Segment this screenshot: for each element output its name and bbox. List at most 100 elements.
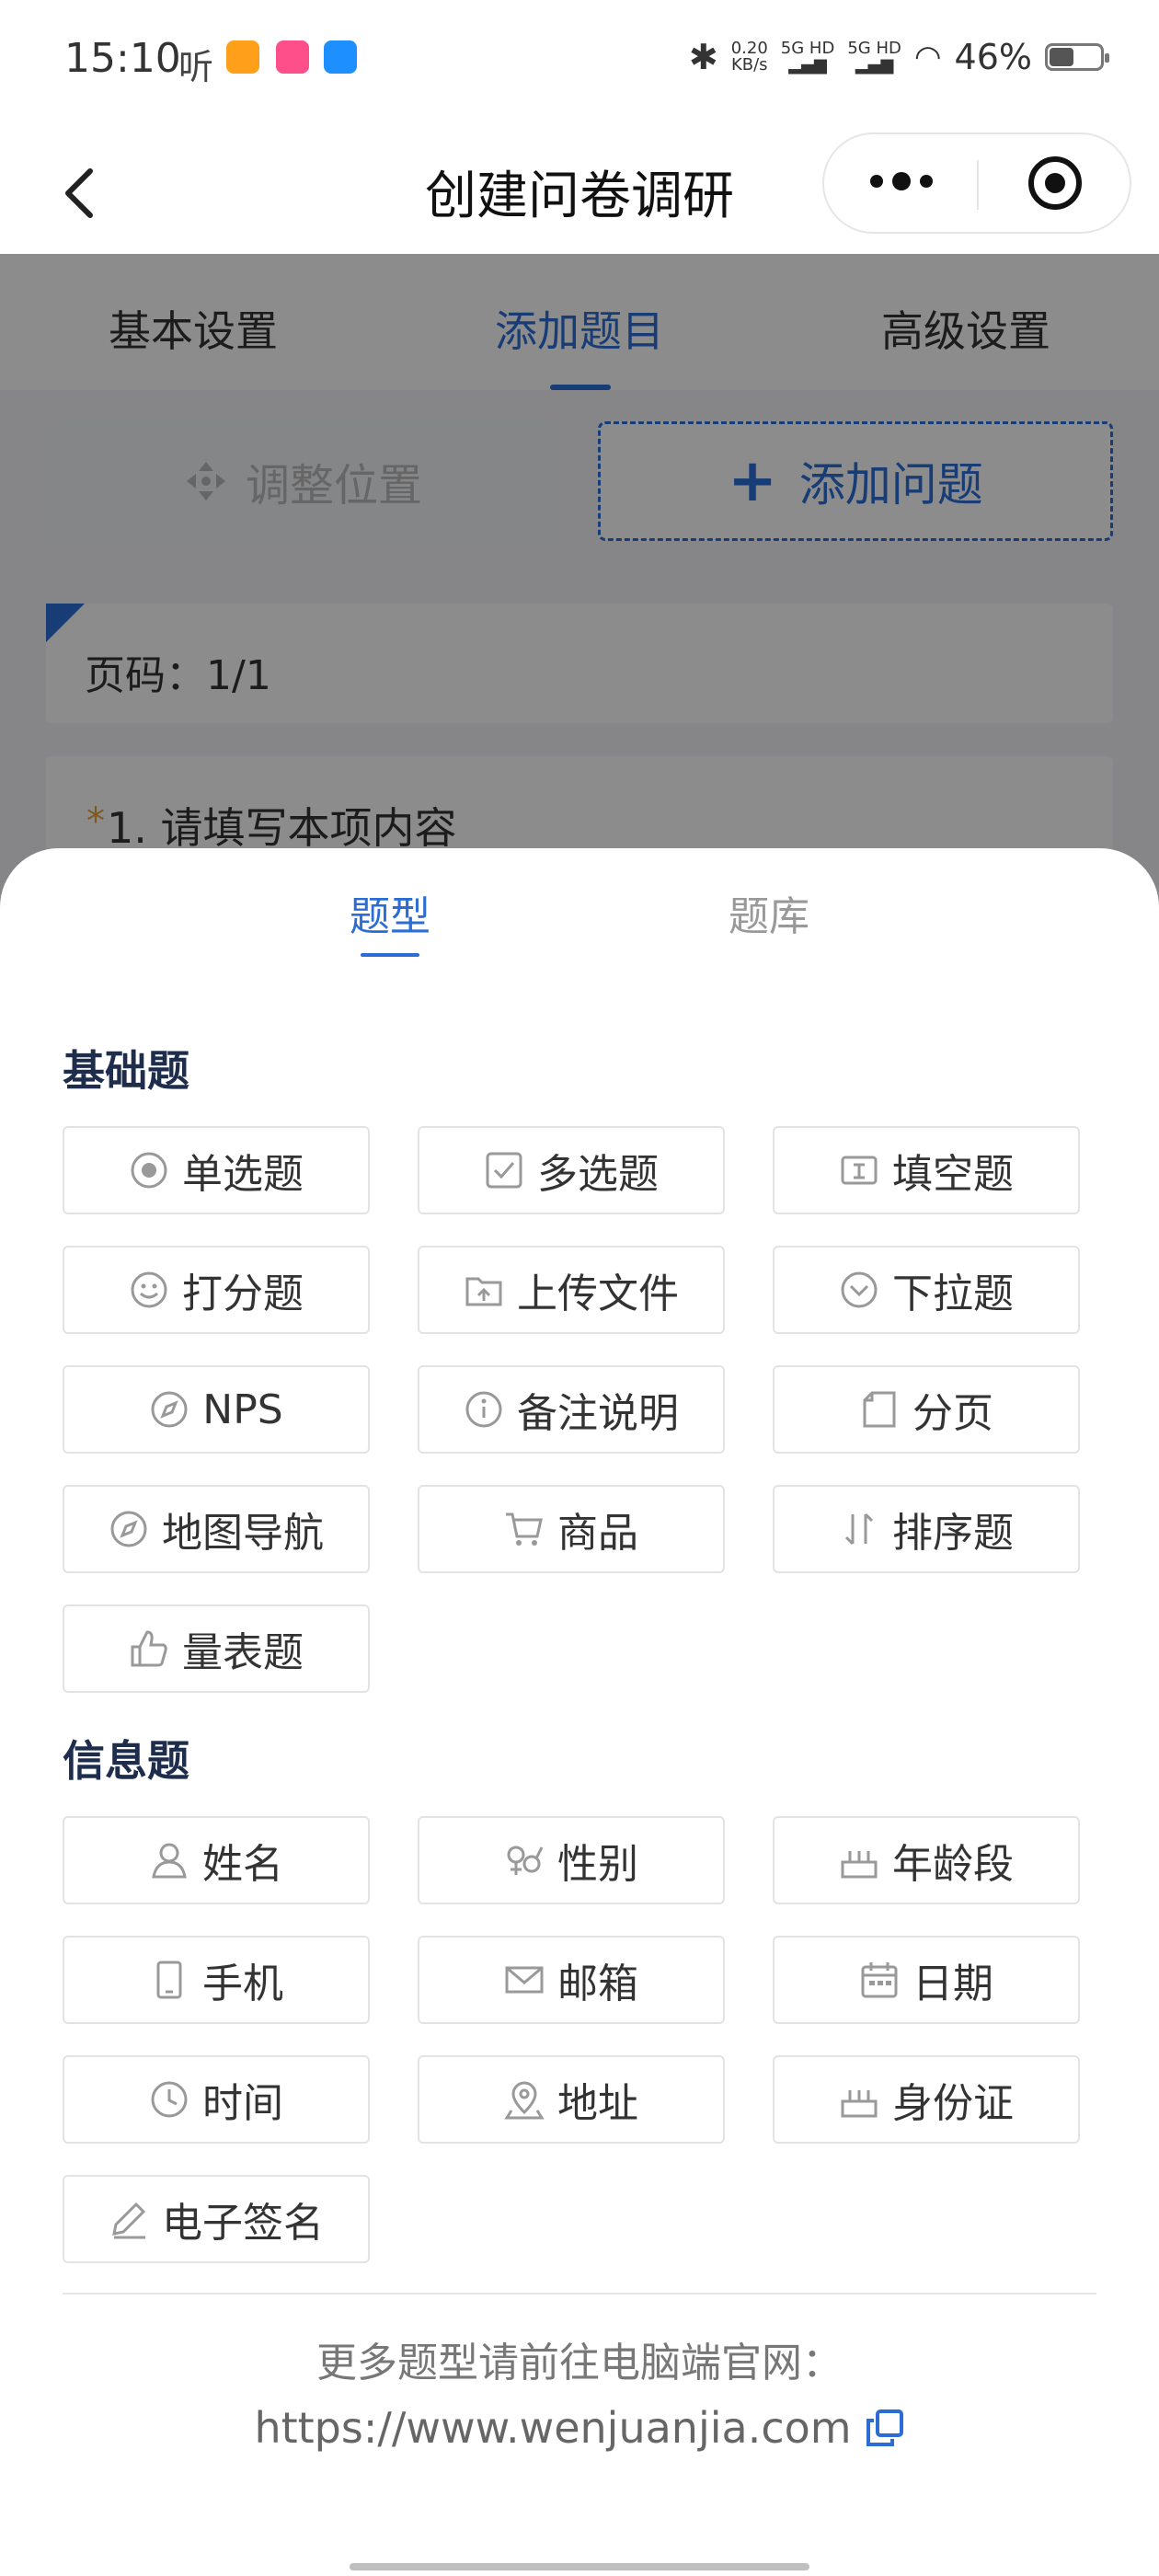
question-type-button[interactable]: 商品: [418, 1485, 725, 1573]
mini-program-capsule: [822, 132, 1131, 234]
phone-icon: [149, 1960, 189, 2000]
wifi-icon: ◠: [913, 39, 942, 75]
cake-icon: [839, 1840, 879, 1880]
question-type-label: 日期: [912, 1961, 993, 2007]
text-input-icon: [839, 1150, 879, 1190]
capsule-divider: [977, 160, 979, 210]
question-type-label: 性别: [557, 1841, 638, 1888]
tab-question-types[interactable]: 题型: [280, 883, 500, 942]
tab-question-bank[interactable]: 题库: [659, 883, 879, 942]
dropdown-icon: [839, 1270, 879, 1310]
status-right: ✱ 0.20 KB/s 5G HD ▂▄▆ 5G HD ▂▄▆ ◠ 46%: [688, 37, 1109, 77]
question-type-label: 填空题: [892, 1151, 1014, 1198]
app-icon-orange: [226, 40, 259, 74]
upload-folder-icon: [464, 1270, 504, 1310]
question-type-label: 分页: [912, 1390, 993, 1437]
question-type-label: 姓名: [202, 1841, 283, 1888]
question-type-button[interactable]: 多选题: [418, 1126, 725, 1214]
smile-icon: [129, 1270, 169, 1310]
question-type-label: 身份证: [892, 2080, 1014, 2127]
user-icon: [149, 1840, 189, 1880]
app-icon-blue: [324, 40, 357, 74]
question-type-button[interactable]: 备注说明: [418, 1365, 725, 1454]
status-time: 15:10: [64, 35, 181, 82]
question-type-label: 量表题: [182, 1629, 304, 1676]
website-url: https://www.wenjuanjia.com: [254, 2403, 852, 2453]
network-speed: 0.20 KB/s: [730, 39, 768, 75]
location-icon: [504, 2079, 545, 2120]
question-type-sheet: 题型 题库 基础题 单选题 多选题 填空题打分题 上传文件 下拉题 NPS 备注说明 分页地图…: [0, 848, 1159, 2576]
home-indicator: [350, 2563, 809, 2570]
cart-icon: [504, 1509, 545, 1549]
radio-icon: [129, 1150, 169, 1190]
website-link[interactable]: https://www.wenjuanjia.com: [0, 2403, 1159, 2453]
question-type-button[interactable]: 日期: [773, 1936, 1080, 2024]
question-type-button[interactable]: 性别: [418, 1816, 725, 1904]
info-section-title: 信息题: [63, 1736, 189, 1786]
more-types-text: 更多题型请前往电脑端官网：: [316, 2340, 843, 2386]
close-target-icon[interactable]: [1027, 155, 1084, 212]
page-icon: [859, 1389, 900, 1430]
question-type-button[interactable]: 地图导航: [63, 1485, 370, 1573]
question-type-button[interactable]: 邮箱: [418, 1936, 725, 2024]
question-type-button[interactable]: 量表题: [63, 1604, 370, 1693]
question-type-button[interactable]: 姓名: [63, 1816, 370, 1904]
mail-icon: [504, 1960, 545, 2000]
copy-icon[interactable]: [865, 2408, 905, 2448]
question-type-label: 排序题: [892, 1510, 1014, 1557]
question-type-label: 年龄段: [892, 1841, 1014, 1888]
gender-icon: [504, 1840, 545, 1880]
question-type-button[interactable]: 分页: [773, 1365, 1080, 1454]
calendar-icon: [859, 1960, 900, 2000]
app-icon-pink: [276, 40, 309, 74]
sim1-signal-icon: 5G HD ▂▄▆: [780, 39, 835, 75]
question-type-button[interactable]: 填空题: [773, 1126, 1080, 1214]
sheet-tab-indicator: [361, 953, 419, 957]
basic-section-title: 基础题: [63, 1046, 189, 1096]
question-type-button[interactable]: 时间: [63, 2055, 370, 2144]
checkbox-icon: [484, 1150, 524, 1190]
question-type-button[interactable]: NPS: [63, 1365, 370, 1454]
battery-percent: 46%: [954, 37, 1032, 77]
question-type-button[interactable]: 身份证: [773, 2055, 1080, 2144]
question-type-label: 时间: [202, 2080, 283, 2127]
compass-icon: [149, 1389, 189, 1430]
question-type-button[interactable]: 打分题: [63, 1246, 370, 1334]
question-type-button[interactable]: 下拉题: [773, 1246, 1080, 1334]
question-type-label: 下拉题: [892, 1271, 1014, 1317]
status-bar: 15:10 听 ✱ 0.20 KB/s 5G HD ▂▄▆ 5G HD ▂▄▆ ◠ …: [0, 0, 1159, 129]
question-type-button[interactable]: 年龄段: [773, 1816, 1080, 1904]
thumbs-up-icon: [129, 1628, 169, 1669]
compass-icon: [109, 1509, 149, 1549]
sheet-divider: [63, 2293, 1096, 2294]
question-type-button[interactable]: 单选题: [63, 1126, 370, 1214]
cake-icon: [839, 2079, 879, 2120]
question-type-label: NPS: [202, 1386, 283, 1433]
question-type-label: 地址: [557, 2080, 638, 2127]
battery-icon: [1045, 43, 1109, 71]
sort-icon: [839, 1509, 879, 1549]
bluetooth-icon: ✱: [688, 37, 718, 77]
question-type-button[interactable]: 手机: [63, 1936, 370, 2024]
question-type-button[interactable]: 电子签名: [63, 2175, 370, 2263]
more-menu-icon[interactable]: [870, 172, 933, 190]
question-type-label: 备注说明: [517, 1390, 679, 1437]
question-type-label: 电子签名: [162, 2200, 324, 2247]
question-type-button[interactable]: 地址: [418, 2055, 725, 2144]
question-type-button[interactable]: 排序题: [773, 1485, 1080, 1573]
question-type-label: 上传文件: [517, 1271, 679, 1317]
question-type-label: 商品: [557, 1510, 638, 1557]
pen-icon: [109, 2199, 149, 2239]
listen-app-icon: 听: [178, 47, 214, 87]
question-type-label: 手机: [202, 1961, 283, 2007]
sim2-signal-icon: 5G HD ▂▄▆: [847, 39, 901, 75]
info-icon: [464, 1389, 504, 1430]
question-type-label: 单选题: [182, 1151, 304, 1198]
question-type-label: 邮箱: [557, 1961, 638, 2007]
question-type-button[interactable]: 上传文件: [418, 1246, 725, 1334]
question-type-label: 地图导航: [162, 1510, 324, 1557]
question-type-label: 打分题: [182, 1271, 304, 1317]
question-type-label: 多选题: [537, 1151, 659, 1198]
nav-bar: 创建问卷调研: [0, 129, 1159, 254]
clock-icon: [149, 2079, 189, 2120]
